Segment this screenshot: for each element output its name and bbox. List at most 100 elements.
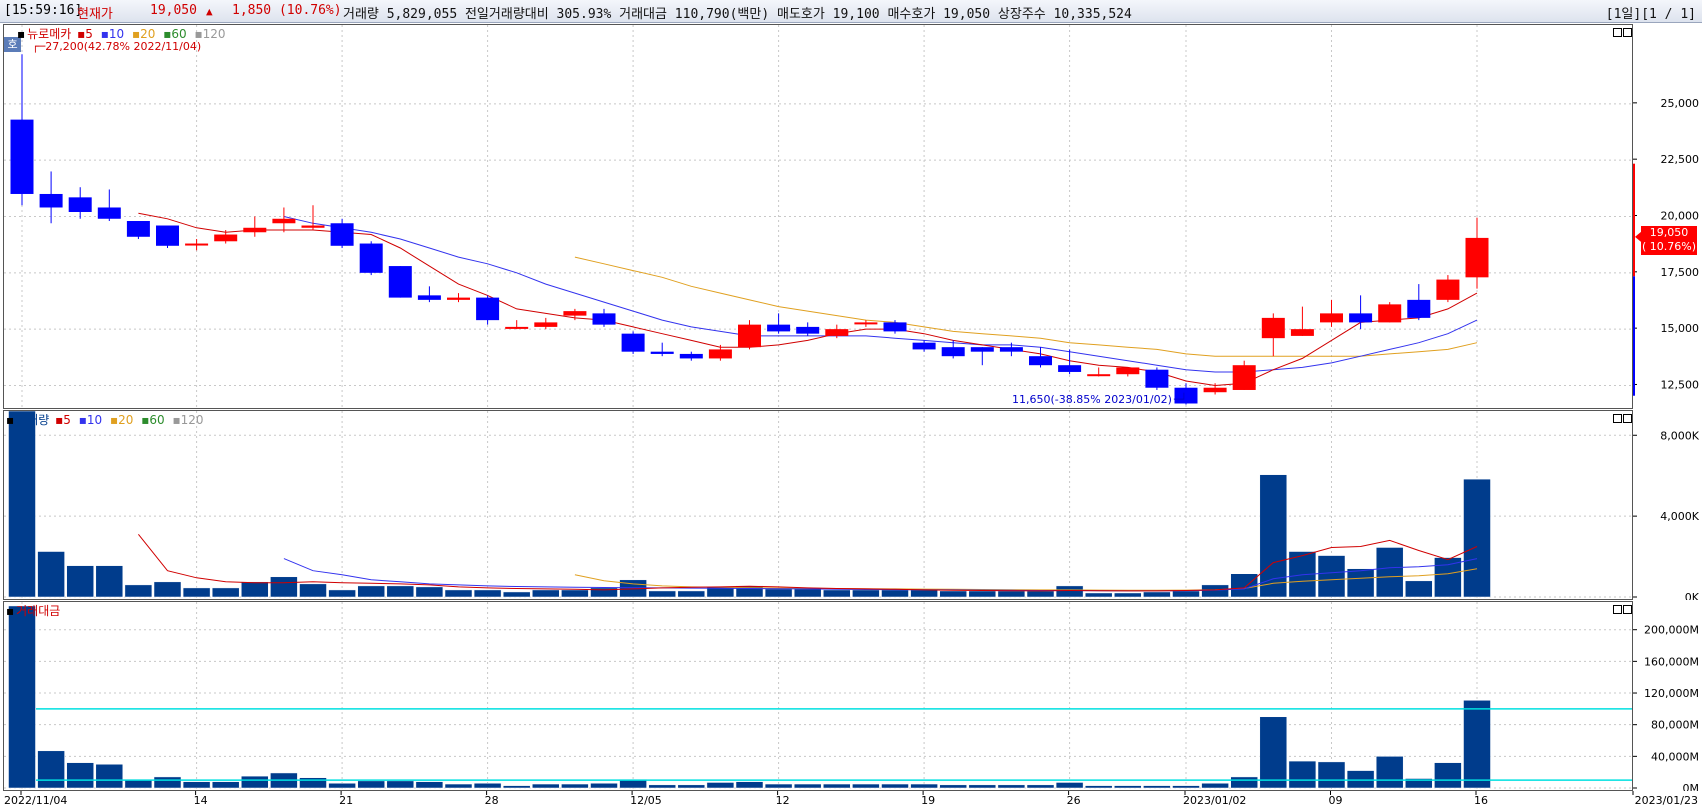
candle-body[interactable] [417, 295, 441, 300]
candle-body[interactable] [592, 313, 616, 325]
candle-body[interactable] [505, 326, 529, 329]
candle-body[interactable] [243, 227, 267, 233]
amount-bar[interactable] [328, 783, 356, 789]
volume-bar[interactable] [677, 590, 706, 598]
volume-bar[interactable] [1055, 585, 1084, 598]
amount-panel-close-icon[interactable] [1623, 605, 1632, 614]
candle-body[interactable] [214, 234, 238, 242]
amount-bar[interactable] [1143, 785, 1171, 789]
candle-body[interactable] [1116, 367, 1140, 375]
candle-body[interactable] [1232, 365, 1256, 390]
candle-body[interactable] [1087, 374, 1111, 377]
amount-bar[interactable] [1288, 760, 1317, 789]
amount-bar[interactable] [415, 781, 444, 789]
candle-body[interactable] [39, 193, 63, 208]
amount-bar[interactable] [502, 785, 531, 789]
amount-bar[interactable] [881, 783, 909, 789]
volume-bar[interactable] [968, 590, 997, 598]
volume-bar[interactable] [852, 589, 880, 598]
candle-body[interactable] [301, 225, 325, 228]
amount-panel-maximize-icon[interactable] [1613, 605, 1622, 614]
volume-bar[interactable] [1463, 478, 1491, 598]
volume-bar[interactable] [444, 589, 473, 598]
candle-body[interactable] [1145, 369, 1169, 388]
volume-bar[interactable] [66, 565, 94, 598]
volume-bar[interactable] [95, 565, 124, 598]
amount-bar[interactable] [299, 777, 327, 789]
volume-bar[interactable] [182, 587, 211, 598]
price-panel-maximize-icon[interactable] [1613, 28, 1622, 37]
volume-bar[interactable] [881, 589, 909, 598]
candle-body[interactable] [825, 329, 849, 336]
candle-body[interactable] [330, 223, 354, 246]
amount-bar[interactable] [211, 781, 240, 789]
amount-bar[interactable] [153, 776, 182, 789]
volume-bar[interactable] [357, 585, 385, 598]
volume-bar[interactable] [532, 589, 560, 598]
volume-bar[interactable] [386, 585, 415, 598]
amount-bar[interactable] [1346, 770, 1375, 789]
amount-bar[interactable] [241, 775, 269, 789]
amount-bar[interactable] [590, 783, 618, 789]
candle-body[interactable] [185, 243, 209, 246]
amount-bar[interactable] [1172, 785, 1200, 789]
volume-bar[interactable] [473, 589, 502, 598]
amount-bar[interactable] [37, 750, 65, 789]
volume-bar[interactable] [561, 589, 589, 598]
candle-body[interactable] [97, 207, 121, 219]
amount-bar[interactable] [677, 784, 706, 789]
volume-bar[interactable] [1346, 568, 1375, 598]
amount-bar[interactable] [793, 783, 822, 789]
candle-body[interactable] [563, 311, 587, 316]
volume-bar[interactable] [997, 590, 1026, 598]
price-panel[interactable]: 호 ▪ 뉴로메카 ▪5 ▪10 ▪20 ▪60 ▪120 ┌─27,200(42.… [3, 24, 1633, 409]
amount-bar[interactable] [444, 783, 473, 789]
candle-body[interactable] [679, 353, 703, 359]
amount-bar[interactable] [1259, 716, 1288, 789]
amount-bar[interactable] [1317, 761, 1346, 789]
amount-bar[interactable] [1375, 756, 1404, 789]
candle-body[interactable] [621, 333, 645, 352]
amount-bar[interactable] [357, 780, 385, 789]
candle-body[interactable] [650, 351, 674, 354]
volume-bar[interactable] [124, 584, 153, 598]
volume-bar[interactable] [1434, 557, 1462, 598]
candle-body[interactable] [767, 324, 791, 332]
candle-body[interactable] [970, 347, 994, 352]
amount-bar[interactable] [1055, 782, 1084, 789]
amount-bar[interactable] [1201, 783, 1229, 789]
candle-body[interactable] [126, 221, 150, 237]
amount-panel[interactable]: ▪ 거래대금 [3, 601, 1633, 791]
amount-bar[interactable] [1463, 700, 1491, 789]
volume-panel[interactable]: ▪ 거래량 ▪5 ▪10 ▪20 ▪60 ▪120 [3, 410, 1633, 600]
amount-bar[interactable] [386, 780, 415, 789]
price-chart[interactable] [4, 25, 1632, 408]
amount-bar[interactable] [910, 783, 938, 789]
volume-bar[interactable] [1084, 592, 1113, 598]
candle-body[interactable] [1436, 279, 1460, 300]
volume-panel-close-icon[interactable] [1623, 414, 1632, 423]
candle-body[interactable] [1407, 299, 1431, 318]
volume-bar[interactable] [648, 590, 676, 598]
candle-body[interactable] [534, 322, 558, 327]
amount-bar[interactable] [852, 783, 880, 789]
volume-bar[interactable] [1201, 584, 1229, 598]
amount-bar[interactable] [1434, 762, 1462, 789]
volume-bar[interactable] [823, 589, 851, 598]
amount-chart[interactable] [4, 602, 1632, 790]
volume-bar[interactable] [8, 411, 36, 598]
candle-body[interactable] [738, 324, 761, 348]
candle-body[interactable] [447, 297, 470, 300]
candle-body[interactable] [883, 322, 907, 332]
amount-bar[interactable] [1230, 776, 1258, 789]
candle-body[interactable] [476, 297, 500, 321]
volume-bar[interactable] [1026, 590, 1055, 598]
volume-chart[interactable] [4, 411, 1632, 599]
volume-bar[interactable] [153, 581, 182, 598]
amount-bar[interactable] [1026, 784, 1055, 789]
amount-bar[interactable] [561, 783, 589, 789]
volume-bar[interactable] [211, 587, 240, 598]
volume-bar[interactable] [1375, 547, 1404, 598]
amount-bar[interactable] [1114, 785, 1142, 789]
volume-bar[interactable] [328, 589, 356, 598]
